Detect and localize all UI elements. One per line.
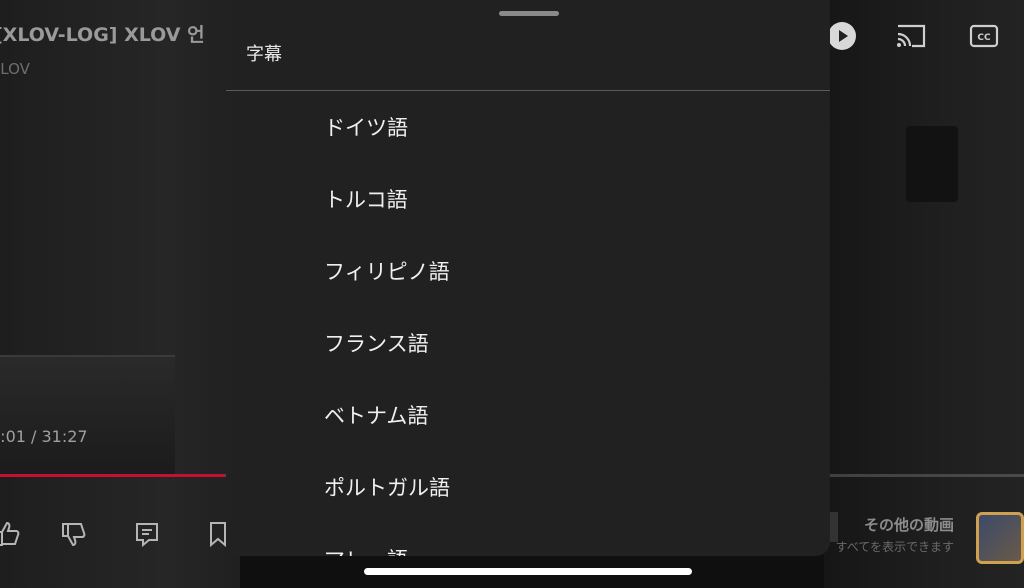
drag-handle[interactable] [499, 11, 559, 16]
like-icon[interactable] [0, 518, 22, 550]
video-title: [XLOV-LOG] XLOV 언 [0, 24, 205, 46]
language-option[interactable]: ベトナム語 [226, 379, 830, 451]
sheet-title: 字幕 [246, 44, 282, 65]
video-background-left [0, 0, 240, 588]
video-background-right [824, 0, 1024, 588]
time-display: 0:01 / 31:27 [0, 427, 88, 446]
channel-name[interactable]: XLOV [0, 60, 30, 78]
language-option[interactable]: ポルトガル語 [226, 451, 830, 523]
video-background-equipment [0, 355, 175, 477]
language-option[interactable]: トルコ語 [226, 163, 830, 235]
video-player-screen: [XLOV-LOG] XLOV 언 XLOV 0:01 / 31:27 CC [0, 0, 1024, 588]
svg-text:CC: CC [977, 33, 991, 43]
progress-bar-fill [0, 474, 226, 477]
language-option[interactable]: ドイツ語 [226, 91, 830, 163]
language-option[interactable]: フィリピノ語 [226, 235, 830, 307]
video-background-switch [906, 126, 958, 202]
subtitles-sheet: 字幕 ドイツ語トルコ語フィリピノ語フランス語ベトナム語ポルトガル語マレー語 [226, 0, 830, 556]
more-videos-title: その他の動画 [863, 516, 954, 534]
more-videos-panel[interactable]: その他の動画 すべてを表示できます [826, 512, 1024, 564]
cc-icon[interactable]: CC [966, 20, 1002, 52]
language-option[interactable]: フランス語 [226, 307, 830, 379]
comment-icon[interactable] [132, 518, 162, 550]
more-videos-subtitle: すべてを表示できます [835, 540, 954, 554]
dislike-icon[interactable] [58, 518, 88, 550]
cast-icon[interactable] [893, 20, 929, 52]
language-list: ドイツ語トルコ語フィリピノ語フランス語ベトナム語ポルトガル語マレー語 [226, 91, 830, 556]
more-videos-thumbnail[interactable] [976, 512, 1024, 564]
language-option[interactable]: マレー語 [226, 523, 830, 556]
home-indicator[interactable] [364, 568, 692, 575]
